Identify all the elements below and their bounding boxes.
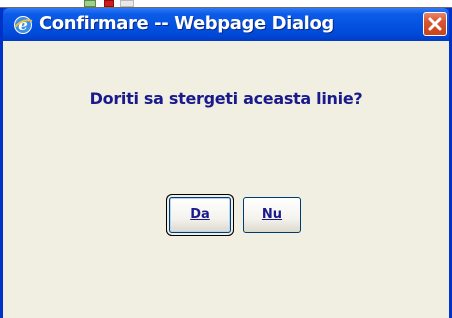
- no-button-label: Nu: [261, 207, 283, 222]
- confirm-message: Doriti sa stergeti aceasta linie?: [89, 89, 363, 108]
- no-button[interactable]: Nu: [243, 197, 301, 233]
- dialog-title: Confirmare -- Webpage Dialog: [39, 13, 334, 34]
- table-cell: [120, 0, 134, 7]
- dialog-body: Doriti sa stergeti aceasta linie? Da Nu: [3, 41, 449, 318]
- delete-row-icon: [104, 0, 114, 7]
- dialog-titlebar[interactable]: e Confirmare -- Webpage Dialog: [3, 8, 449, 41]
- edit-row-icon: [84, 0, 96, 7]
- background-page-strip: [0, 0, 452, 8]
- internet-explorer-icon: e: [13, 15, 33, 35]
- close-button[interactable]: [423, 12, 447, 36]
- yes-button-label: Da: [190, 207, 210, 222]
- yes-button[interactable]: Da: [166, 194, 234, 236]
- screen: e Confirmare -- Webpage Dialog Doriti sa…: [0, 0, 452, 318]
- svg-text:e: e: [18, 16, 28, 34]
- close-icon: [428, 17, 442, 31]
- confirm-dialog: e Confirmare -- Webpage Dialog Doriti sa…: [0, 8, 452, 318]
